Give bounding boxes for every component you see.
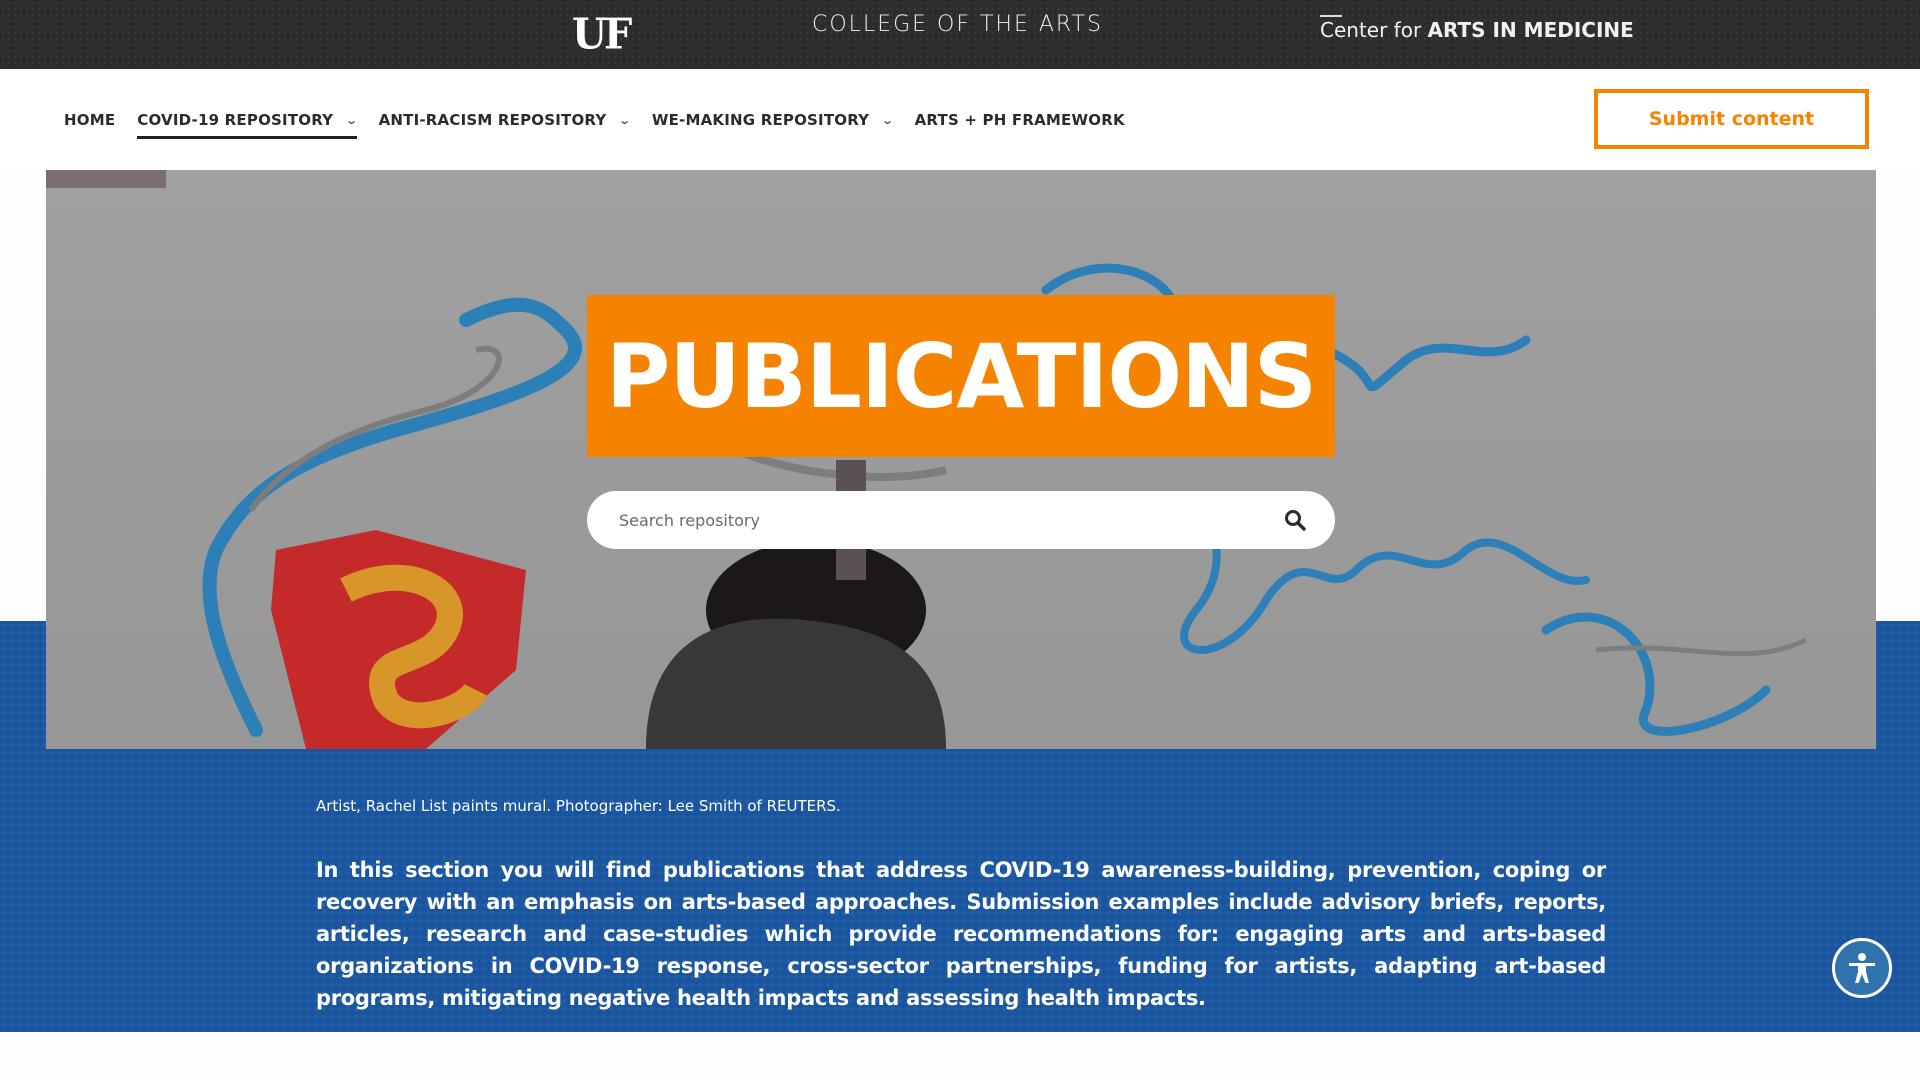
main-nav: HOME COVID-19 REPOSITORY ⌄ ANTI-RACISM R… [0,69,1920,170]
nav-item-label: ARTS + PH FRAMEWORK [914,111,1125,129]
submit-content-button[interactable]: Submit content [1594,89,1869,149]
nav-item-arts-ph-framework[interactable]: ARTS + PH FRAMEWORK [915,111,1125,129]
chevron-down-icon[interactable]: ⌄ [881,114,894,127]
hero-image [46,170,1876,749]
nav-item-anti-racism-repository[interactable]: ANTI-RACISM REPOSITORY ⌄ [378,111,632,129]
chevron-down-icon[interactable]: ⌄ [619,114,632,127]
search-bar [587,491,1335,549]
page-title-banner: PUBLICATIONS [587,295,1335,457]
college-of-the-arts-link[interactable]: COLLEGE OF THE ARTS [812,12,1103,37]
search-input[interactable] [619,510,1283,530]
center-name: ARTS IN MEDICINE [1427,18,1634,42]
section-description: In this section you will find publicatio… [316,858,1606,1010]
nav-item-label: HOME [64,111,116,129]
center-arts-in-medicine-link[interactable]: Center for ARTS IN MEDICINE [1320,15,1634,42]
accessibility-icon [1849,953,1875,983]
nav-item-covid-19-repository[interactable]: COVID-19 REPOSITORY ⌄ [137,111,358,139]
top-brand-bar: UF COLLEGE OF THE ARTS Center for ARTS I… [0,0,1920,69]
accessibility-button[interactable] [1832,938,1892,998]
mural-illustration [46,170,1808,749]
chevron-down-icon[interactable]: ⌄ [345,114,358,127]
logo-dash [1320,15,1342,17]
center-prefix: Center for [1320,18,1428,42]
nav-item-label: WE-MAKING REPOSITORY [651,111,870,129]
image-caption: Artist, Rachel List paints mural. Photog… [316,797,841,815]
search-icon[interactable] [1283,508,1307,532]
nav-item-label: ANTI-RACISM REPOSITORY [378,111,607,129]
wall-fixture [46,170,166,188]
nav-item-home[interactable]: HOME [64,111,115,129]
nav-item-label: COVID-19 REPOSITORY [137,111,334,129]
nav-item-we-making-repository[interactable]: WE-MAKING REPOSITORY ⌄ [651,111,894,129]
page-title: PUBLICATIONS [605,324,1317,428]
uf-logo[interactable]: UF [572,10,632,59]
grey-shadow-stroke [1595,637,1808,657]
blue-paint-stroke [1541,612,1771,736]
